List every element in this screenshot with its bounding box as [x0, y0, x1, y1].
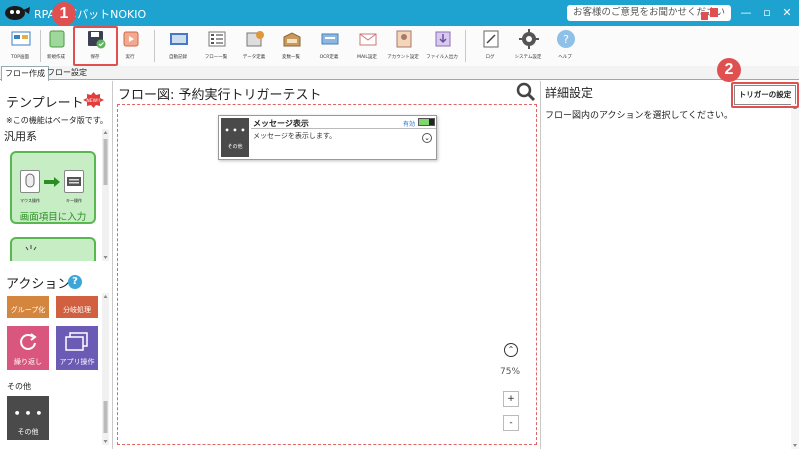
new-button[interactable]: 新規作成	[36, 27, 76, 64]
app-title: RPAロボパットNOKIO	[34, 8, 147, 21]
file-io-button[interactable]: ファイル入出力	[422, 27, 462, 64]
run-icon	[123, 31, 139, 47]
new-badge-icon: NEW!!	[83, 92, 104, 108]
templates-category: 汎用系	[4, 130, 37, 143]
templates-title: テンプレート	[6, 96, 84, 111]
close-button[interactable]: ✕	[777, 4, 797, 22]
node-description: メッセージを表示します。	[253, 132, 337, 140]
actions-sub-category: その他	[7, 382, 31, 391]
node-valid-label: 有効	[403, 121, 416, 128]
flow-list-button[interactable]: フロー一覧	[196, 27, 236, 64]
ribbon-separator	[154, 30, 155, 62]
data-def-icon	[246, 31, 264, 47]
detail-title: 詳細設定	[545, 86, 594, 100]
trigger-highlight	[731, 82, 799, 108]
action-tile-loop[interactable]: 繰り返し	[7, 326, 49, 370]
variable-icon	[283, 32, 301, 47]
keyboard-icon	[64, 170, 84, 193]
template-card-partial[interactable]	[10, 237, 96, 261]
templates-scrollbar[interactable]	[102, 129, 109, 261]
mouse-icon	[20, 170, 40, 193]
feedback-thumbs-icon[interactable]	[700, 7, 720, 21]
restore-button[interactable]: ▫	[757, 4, 777, 22]
mail-button[interactable]: MAIL設定	[347, 27, 387, 64]
step-badge-2: 2	[717, 58, 741, 82]
node-icon-other: • • • その他	[221, 118, 249, 157]
zoom-out-button[interactable]: -	[503, 415, 519, 431]
dots-icon: • • •	[13, 407, 43, 420]
record-button[interactable]: 自動記録	[158, 27, 198, 64]
template-card-input[interactable]: マウス操作 キー操作 画面項目に入力	[10, 151, 96, 224]
chevron-down-icon[interactable]: ⌄	[422, 133, 432, 143]
action-tile-group[interactable]: グループ化	[7, 296, 49, 318]
action-tile-other[interactable]: • • • その他	[7, 396, 49, 440]
ocr-icon	[321, 33, 339, 45]
account-icon	[396, 30, 412, 48]
title-bar: RPAロボパットNOKIO お客様のご意見をお聞かせください — ▫ ✕	[0, 0, 799, 26]
tab-flow-create[interactable]: フロー作成	[1, 66, 49, 81]
mail-icon	[359, 33, 377, 46]
system-settings-button[interactable]: システム設定	[508, 27, 548, 64]
app-window-icon	[65, 332, 88, 351]
flow-node-message[interactable]: • • • その他 メッセージ表示 メッセージを表示します。 有効 ⌄	[218, 115, 437, 160]
tab-flow-settings[interactable]: フロー設定	[44, 66, 90, 80]
log-icon	[483, 30, 499, 48]
arrow-right-icon	[44, 177, 60, 187]
account-button[interactable]: アカウント設定	[383, 27, 423, 64]
help-icon: ?	[557, 30, 575, 48]
templates-beta-note: ※この機能はベータ版です。	[6, 116, 108, 125]
minimize-button[interactable]: —	[736, 4, 756, 22]
ribbon-separator	[465, 30, 466, 62]
detail-panel	[541, 81, 799, 449]
actions-help-icon[interactable]: ?	[68, 275, 82, 289]
action-tile-branch[interactable]: 分岐処理	[56, 296, 98, 318]
detail-message: フロー図内のアクションを選択してください。	[545, 111, 734, 121]
tab-bar: フロー作成 フロー設定	[0, 66, 799, 81]
node-enable-toggle[interactable]	[418, 118, 435, 126]
top-screen-button[interactable]: TOP画面	[0, 27, 40, 64]
detail-scrollbar[interactable]	[791, 104, 799, 449]
flow-list-icon	[208, 31, 226, 47]
new-icon	[49, 30, 65, 48]
log-button[interactable]: ログ	[470, 27, 510, 64]
template-card-name: 画面項目に入力	[19, 212, 87, 223]
loop-icon	[20, 333, 37, 350]
node-divider	[251, 128, 436, 129]
new-badge-text: NEW!!	[86, 98, 100, 104]
step-badge-1: 1	[52, 2, 76, 26]
file-io-icon	[435, 31, 451, 47]
light-icon	[25, 245, 37, 251]
ocr-button[interactable]: OCR定義	[309, 27, 349, 64]
top-screen-icon	[11, 31, 31, 46]
help-button[interactable]: ? ヘルプ	[545, 27, 585, 64]
app-logo-icon	[5, 6, 30, 20]
data-def-button[interactable]: データ定義	[234, 27, 274, 64]
actions-scrollbar[interactable]	[102, 293, 109, 445]
dots-icon: • • •	[224, 126, 246, 135]
record-icon	[170, 33, 188, 45]
actions-title: アクション	[6, 277, 71, 292]
search-icon[interactable]	[516, 82, 536, 102]
action-tile-app[interactable]: アプリ操作	[56, 326, 98, 370]
gear-icon	[519, 29, 539, 49]
scroll-up-icon[interactable]: ⌃	[504, 343, 518, 357]
zoom-in-button[interactable]: +	[503, 391, 519, 407]
save-highlight	[73, 26, 118, 66]
variable-button[interactable]: 変数一覧	[271, 27, 311, 64]
ribbon-toolbar: TOP画面 新規作成 保存 実行 自動記録 フロー一覧 データ定義 変数一覧 O…	[0, 26, 799, 66]
svg-text:?: ?	[563, 33, 569, 46]
zoom-level: 75%	[500, 367, 521, 377]
flow-title: フロー図: 予約実行トリガーテスト	[118, 88, 322, 103]
